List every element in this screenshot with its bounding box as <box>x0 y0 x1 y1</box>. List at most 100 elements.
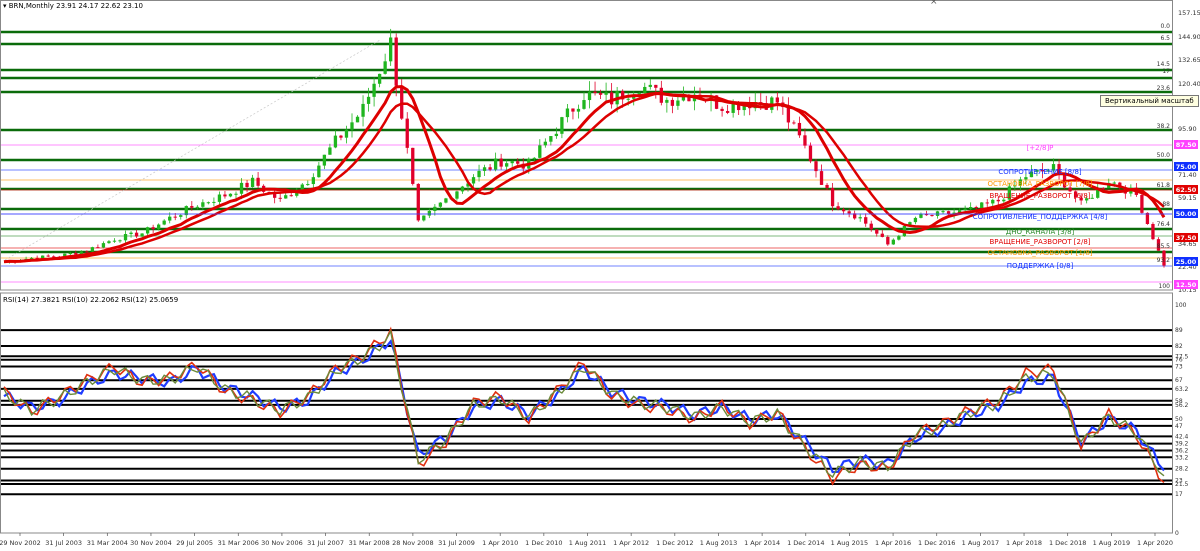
candle-body <box>289 195 293 197</box>
candle-body <box>355 116 360 123</box>
time-tick-label: 31 Mar 2006 <box>218 539 259 547</box>
candle-body <box>841 209 846 212</box>
price-tick-label: 120.40 <box>1178 80 1200 88</box>
murrey-label: [+2/8]P <box>1027 144 1054 152</box>
candle-body <box>665 99 669 103</box>
candle-body <box>505 163 509 167</box>
rsi-tick-label: 100 <box>1175 302 1187 309</box>
candle-body <box>306 184 310 186</box>
candle-body <box>913 217 918 223</box>
candle-body <box>118 240 122 242</box>
time-tick-label: 1 Dec 2018 <box>1049 539 1086 547</box>
trend-line <box>4 39 381 261</box>
fib-level-label: 61.8 <box>1157 182 1171 189</box>
candle-body <box>201 202 205 207</box>
candle-body <box>361 103 365 117</box>
price-tick-label: 71.40 <box>1178 171 1197 179</box>
candle-body <box>162 220 166 225</box>
candle-body <box>864 217 868 224</box>
fib-level-label: 17 <box>1162 68 1170 75</box>
candle-body <box>234 193 238 195</box>
candle-body <box>389 37 393 62</box>
candle-body <box>499 158 503 167</box>
candle-body <box>803 135 807 146</box>
time-tick-label: 1 Aug 2017 <box>962 539 1000 547</box>
murrey-label: ОСТАНОВКА_РАЗВОРОТ [1/8] <box>987 249 1092 257</box>
candle-body <box>206 202 211 204</box>
candle-body <box>134 232 139 237</box>
candle-body <box>217 194 222 202</box>
candle-body <box>974 206 978 209</box>
candle-body <box>886 236 890 245</box>
time-tick-label: 1 Aug 2011 <box>569 539 607 547</box>
candle-body <box>112 240 117 242</box>
price-tick-label: 95.90 <box>1178 125 1197 133</box>
candle-body <box>676 100 680 106</box>
candle-body <box>598 93 603 95</box>
fib-level-label: 50.0 <box>1157 152 1171 159</box>
candle-body <box>383 61 387 74</box>
candle-body <box>90 247 95 252</box>
rsi-frame <box>0 292 1173 534</box>
price-level-box-label: 37.50 <box>1176 234 1197 242</box>
candle-body <box>482 167 487 171</box>
candle-body <box>626 98 630 100</box>
candle-body <box>212 201 216 203</box>
price-level-box-label: 87.50 <box>1176 141 1197 149</box>
price-tick-label: 59.15 <box>1178 194 1197 202</box>
vertical-scale-tooltip: Вертикальный масштаб <box>1100 95 1199 107</box>
time-tick-label: 28 Nov 2008 <box>392 539 434 547</box>
close-icon[interactable]: × <box>930 0 938 7</box>
candle-body <box>101 243 106 248</box>
candle-body <box>107 241 111 244</box>
candle-body <box>554 133 559 137</box>
candle-body <box>1151 224 1155 240</box>
time-tick-label: 1 Apr 2016 <box>875 539 911 547</box>
time-tick-label: 30 Nov 2006 <box>261 539 303 547</box>
candle-body <box>819 171 824 185</box>
candle-body <box>245 182 249 187</box>
candle-body <box>720 108 724 111</box>
candle-body <box>444 198 448 203</box>
axes: 157.15 144.90 132.65 120.40 95.90 71.40 59.15 3… <box>0 0 1200 547</box>
candle-body <box>460 186 465 192</box>
price-tick-label: 157.15 <box>1178 9 1200 17</box>
murrey-label: ПОДДЕРЖКА [0/8] <box>1007 262 1074 270</box>
candle-body <box>195 206 199 208</box>
time-tick-label: 1 Dec 2012 <box>656 539 693 547</box>
rsi-tick-label: 63.2 <box>1175 386 1189 393</box>
candle-body <box>433 206 437 211</box>
price-tick-label: 144.90 <box>1178 33 1200 41</box>
candle-body <box>643 86 647 94</box>
time-tick-label: 1 Dec 2010 <box>525 539 562 547</box>
candle-body <box>223 194 227 197</box>
time-tick-label: 1 Aug 2019 <box>1093 539 1131 547</box>
murrey-label: ОСТАНОВКА_РАЗВОРОТ [7/8] <box>987 180 1092 188</box>
candle-body <box>471 177 476 184</box>
candle-body <box>328 147 332 155</box>
candle-body <box>366 96 371 104</box>
time-tick-label: 31 Jul 2009 <box>438 539 475 547</box>
candle-body <box>96 247 100 249</box>
candle-body <box>400 85 404 119</box>
candle-body <box>284 195 288 199</box>
time-tick-label: 1 Apr 2018 <box>1006 539 1042 547</box>
candle-body <box>604 92 608 95</box>
candle-body <box>350 122 354 130</box>
trading-chart[interactable]: [+2/8]P СОПРОТИВЛЕНИЕ [8/8] ОСТАНОВКА_РАЗВ… <box>0 0 1200 551</box>
candle-body <box>836 206 840 210</box>
price-pane[interactable]: [+2/8]P СОПРОТИВЛЕНИЕ [8/8] ОСТАНОВКА_РАЗВ… <box>0 28 1172 283</box>
candle-body <box>825 184 829 189</box>
murrey-label: ВРАЩЕНИЕ_РАЗВОРОТ [6/8] <box>989 192 1090 200</box>
candle-body <box>576 108 581 112</box>
candle-body <box>1090 197 1094 199</box>
candle-body <box>190 206 194 208</box>
fib-level-label: 0.0 <box>1160 23 1170 30</box>
rsi-pane[interactable] <box>0 326 1172 496</box>
candle-body <box>1140 194 1144 213</box>
candle-body <box>543 141 547 146</box>
candle-body <box>250 177 255 187</box>
rsi-tick-label: 0 <box>1175 530 1179 537</box>
candle-body <box>980 202 984 209</box>
price-level-box-label: 12.50 <box>1176 281 1197 289</box>
